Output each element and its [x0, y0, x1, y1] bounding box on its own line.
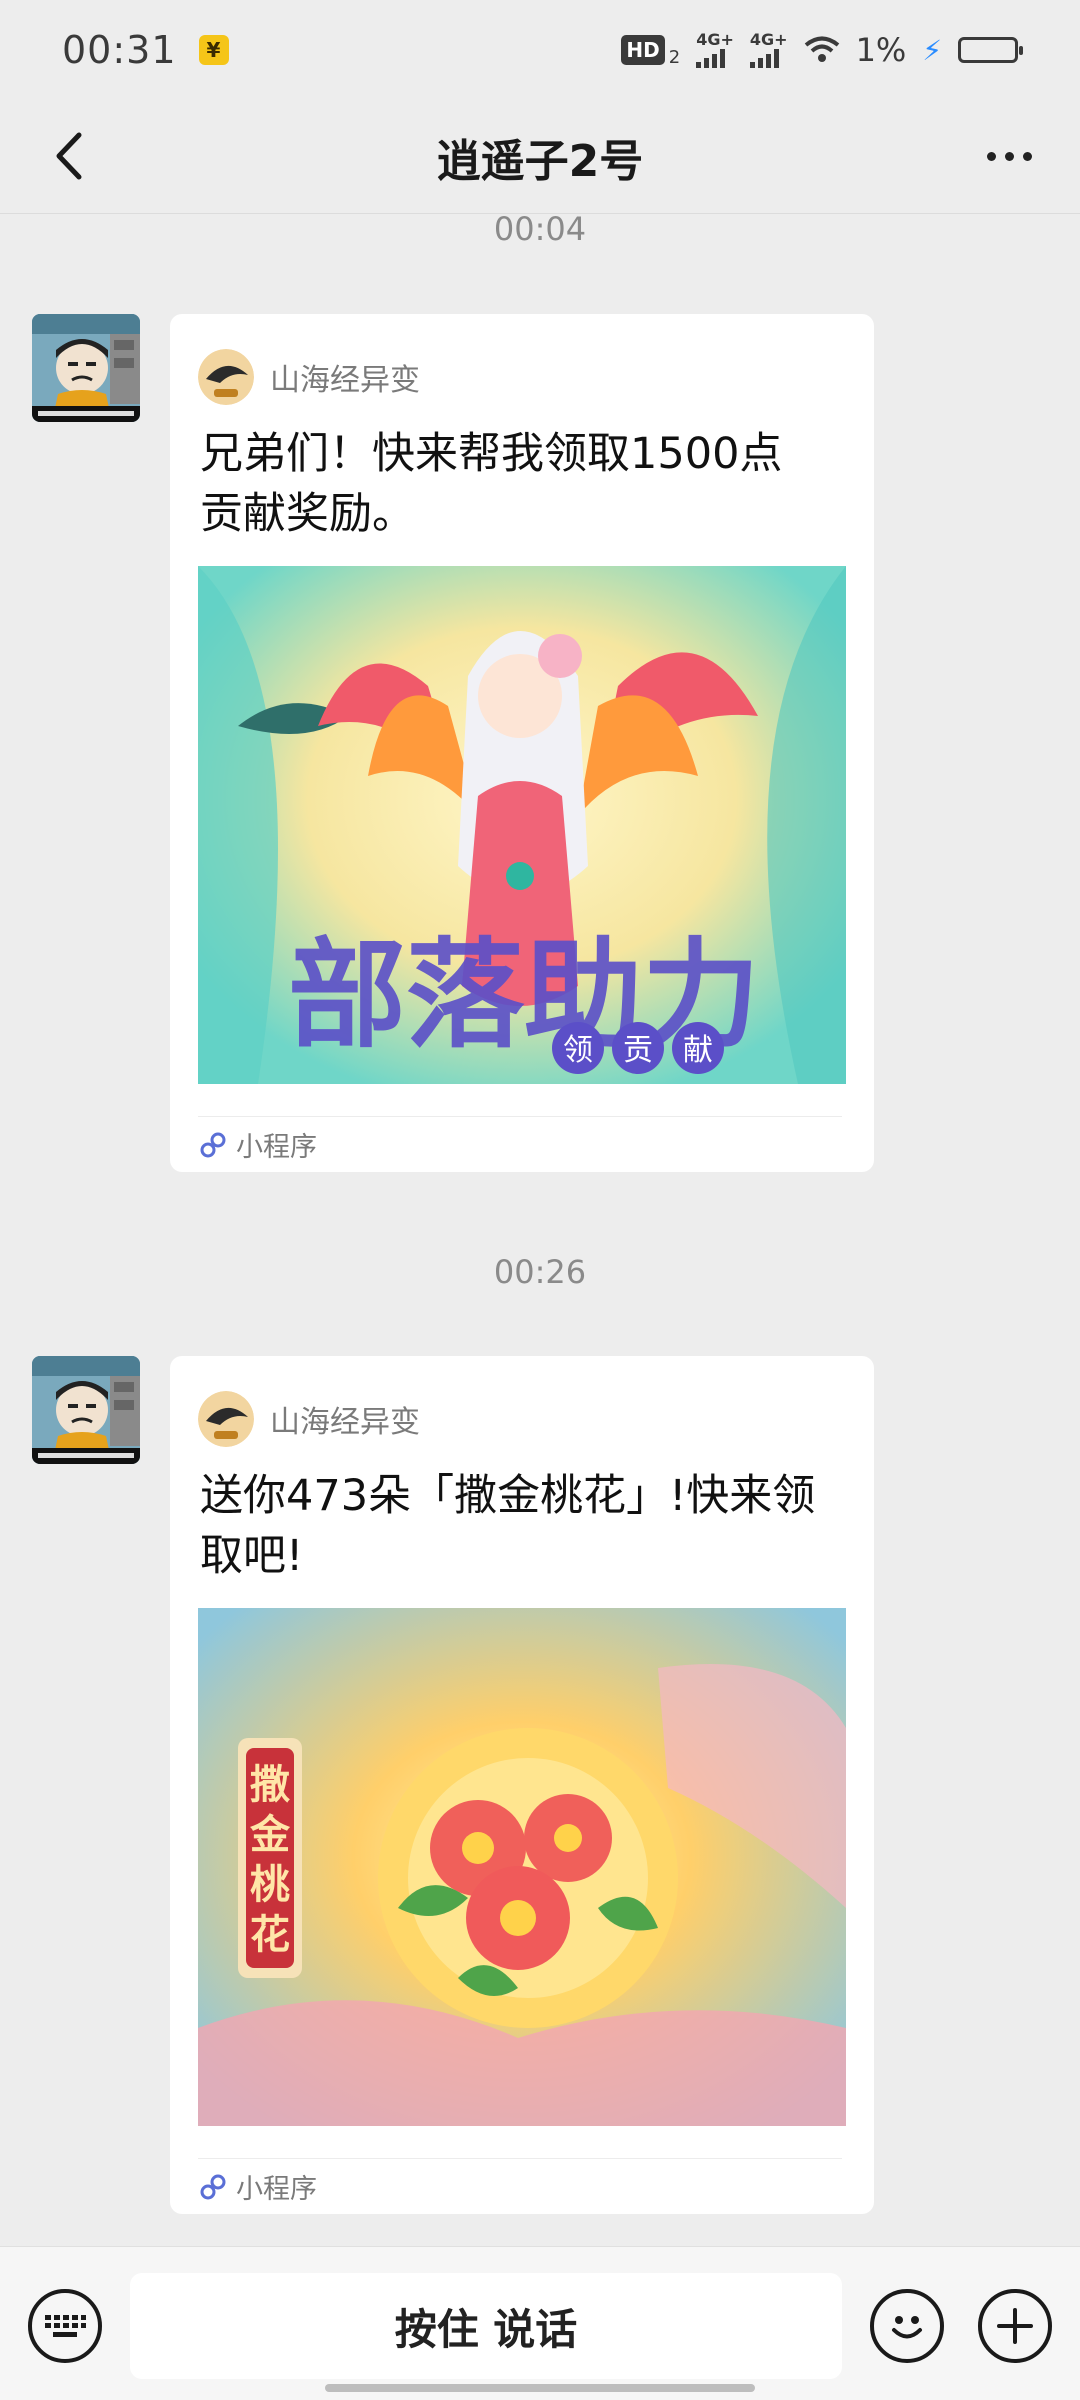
- avatar[interactable]: [32, 314, 140, 422]
- message-timestamp: 00:04: [493, 210, 587, 248]
- emoji-icon: [892, 2316, 922, 2339]
- wifi-icon: [804, 36, 839, 62]
- card-text-line: 兄弟们！快来帮我领取1500点: [200, 429, 783, 479]
- card-image-banner-char: 撒: [250, 1762, 290, 1807]
- card-footer: 小程序: [198, 2158, 842, 2214]
- keyboard-icon: [45, 2315, 86, 2337]
- mini-program-icon: [200, 1132, 226, 1157]
- more-dot: [1004, 151, 1014, 161]
- avatar-image: [32, 1356, 140, 1464]
- battery-percent: 1%: [855, 31, 907, 69]
- mini-program-name: 山海经异变: [270, 1405, 420, 1440]
- avatar-image: [32, 314, 140, 422]
- signal-2-icon: 4G+: [749, 30, 788, 68]
- message-timestamp: 00:26: [493, 1253, 587, 1291]
- signal-1-icon: 4G+: [696, 32, 734, 68]
- card-header: 山海经异变: [170, 314, 874, 414]
- mini-program-name: 山海经异变: [270, 363, 420, 398]
- hd-sub-label: 2: [668, 46, 681, 68]
- status-time: 00:31: [62, 28, 177, 72]
- card-footer: 小程序: [198, 1116, 842, 1172]
- mini-program-card[interactable]: 山海经异变 兄弟们！快来帮我领取1500点 贡献奖励。 部落助力 领 贡 献 小…: [170, 314, 874, 1172]
- mini-program-logo: [198, 349, 254, 405]
- mini-program-logo: [198, 1391, 254, 1447]
- card-text: 送你473朵「撒金桃花」!快来领 取吧!: [170, 1456, 874, 1598]
- card-header: 山海经异变: [170, 1356, 874, 1456]
- card-image[interactable]: 撒 金 桃 花: [198, 1608, 846, 2126]
- more-dot: [1022, 151, 1032, 161]
- card-image-subtitle-char: 领: [563, 1034, 593, 1067]
- card-text-line: 取吧!: [200, 1531, 304, 1581]
- battery-icon: [958, 37, 1023, 63]
- card-image-banner-char: 桃: [250, 1862, 290, 1907]
- card-image-art: 撒 金 桃 花: [198, 1608, 846, 2126]
- plus-button[interactable]: [978, 2289, 1052, 2363]
- plus-icon: [997, 2308, 1033, 2344]
- mini-program-icon: [200, 2174, 226, 2199]
- avatar[interactable]: [32, 1356, 140, 1464]
- signal-1-label: 4G+: [696, 30, 734, 49]
- keyboard-button[interactable]: [28, 2289, 102, 2363]
- more-dot: [986, 151, 996, 161]
- yuan-notification-icon: ¥: [198, 35, 229, 65]
- home-indicator[interactable]: [325, 2384, 755, 2392]
- status-left: 00:31 ¥: [62, 28, 229, 72]
- back-button[interactable]: [38, 126, 98, 186]
- hold-to-talk-button[interactable]: 按住 说话: [130, 2273, 842, 2379]
- card-text-line: 送你473朵「撒金桃花」!快来领: [200, 1471, 816, 1521]
- card-text-line: 贡献奖励。: [200, 489, 415, 539]
- emoji-button[interactable]: [870, 2289, 944, 2363]
- mini-program-label: 小程序: [236, 1132, 317, 1163]
- card-image-art: 部落助力 领 贡 献: [198, 566, 846, 1084]
- input-bar: 按住 说话: [0, 2246, 1080, 2400]
- status-right: HD 2 4G+ 4G+ 1% ⚡: [621, 30, 1023, 69]
- card-image[interactable]: 部落助力 领 贡 献: [198, 566, 846, 1084]
- mini-program-label: 小程序: [236, 2174, 317, 2205]
- chevron-left-icon: [56, 132, 82, 180]
- charging-icon: ⚡: [922, 33, 942, 67]
- card-text: 兄弟们！快来帮我领取1500点 贡献奖励。: [170, 414, 874, 556]
- card-image-subtitle-char: 贡: [623, 1034, 653, 1067]
- card-image-subtitle-char: 献: [683, 1034, 713, 1067]
- card-image-banner-char: 金: [249, 1812, 291, 1857]
- card-image-banner-char: 花: [250, 1912, 290, 1957]
- page-title: 逍遥子2号: [436, 135, 644, 187]
- status-bar: 00:31 ¥ HD 2 4G+ 4G+ 1% ⚡: [0, 0, 1080, 100]
- more-button[interactable]: [974, 126, 1044, 186]
- hd-icon: HD: [621, 35, 665, 65]
- nav-bar: 逍遥子2号: [0, 100, 1080, 214]
- mini-program-card[interactable]: 山海经异变 送你473朵「撒金桃花」!快来领 取吧! 撒 金 桃 花 小程序: [170, 1356, 874, 2214]
- signal-2-label: 4G+: [749, 30, 788, 49]
